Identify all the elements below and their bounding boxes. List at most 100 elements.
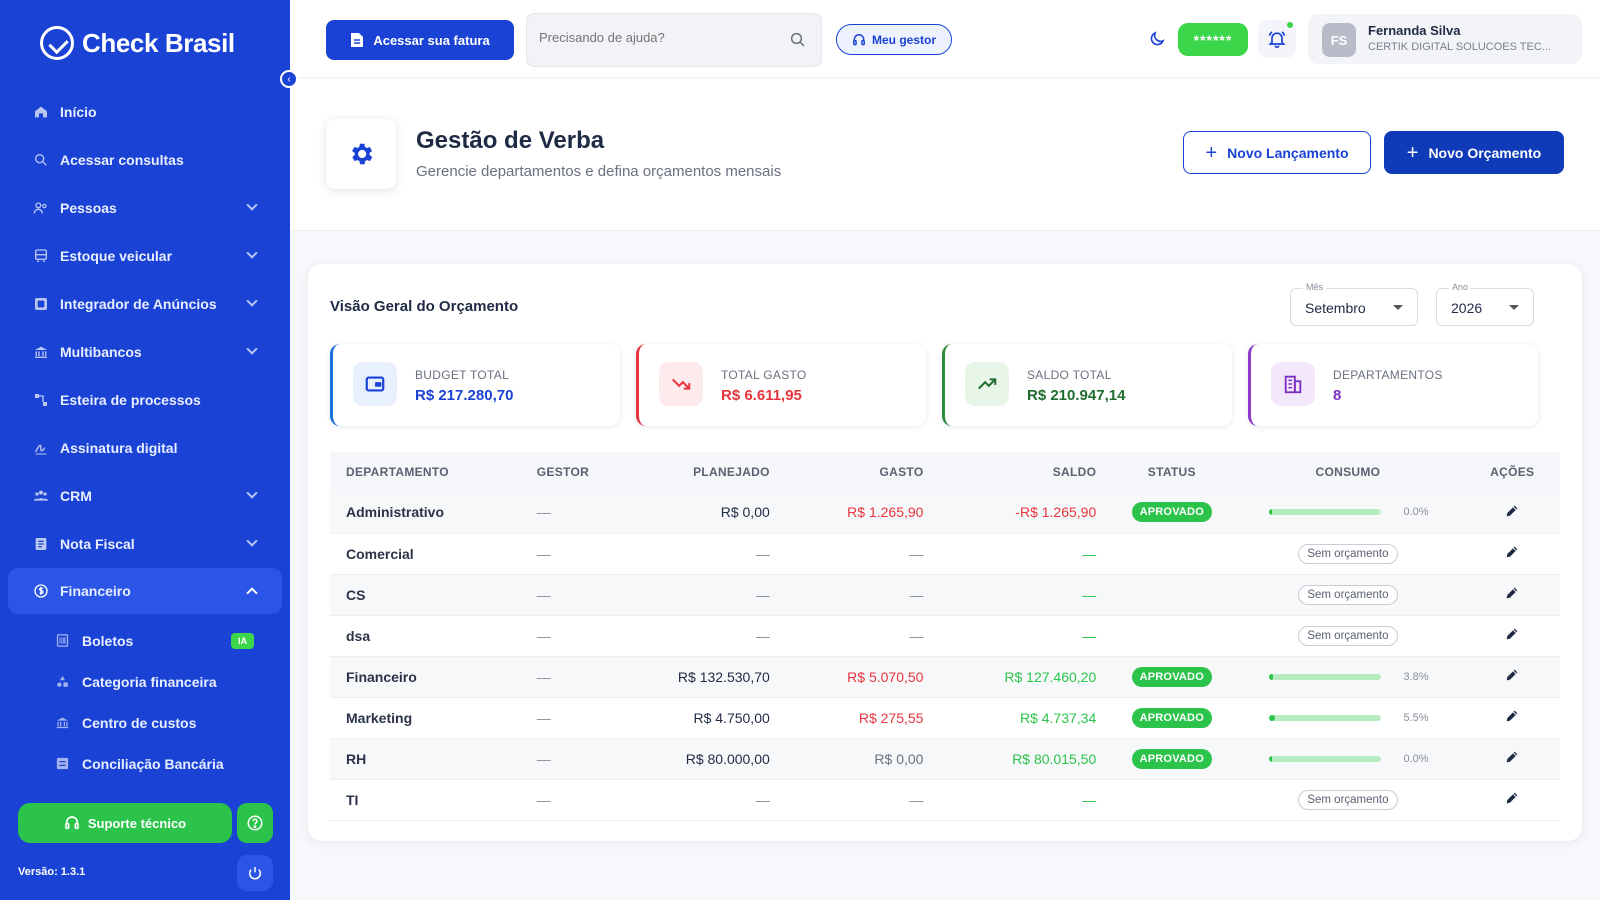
consumption-cell: Sem orçamento [1231,574,1465,616]
consumption-cell: 5.5% [1231,697,1465,739]
planned-cell: R$ 0,00 [637,492,786,534]
manager-cell: — [520,697,638,739]
edit-pencil-icon[interactable] [1504,544,1520,560]
planned-cell: R$ 4.750,00 [637,697,786,739]
sidebar-item-label: Esteira de processos [60,392,201,408]
sidebar-item-financeiro[interactable]: Financeiro [8,568,282,614]
sidebar-item-esteira-de-processos[interactable]: Esteira de processos [0,376,290,424]
new-entry-button[interactable]: + Novo Lançamento [1183,131,1371,174]
new-budget-button[interactable]: + Novo Orçamento [1384,131,1564,174]
sidebar-item-integrador-de-anuncios[interactable]: Integrador de Anúncios [0,280,290,328]
collapse-sidebar-button[interactable]: ‹ [280,70,298,88]
sidebar-item-acessar-consultas[interactable]: Acessar consultas [0,136,290,184]
table-row[interactable]: Administrativo — R$ 0,00 R$ 1.265,90 -R$ 1.2… [330,492,1560,534]
stat-label: BUDGET TOTAL [415,368,510,382]
help-search-input[interactable] [539,30,779,45]
edit-pencil-icon[interactable] [1504,585,1520,601]
column-header-gasto: GASTO [785,452,940,492]
stat-value: R$ 210.947,14 [1027,387,1126,404]
status-badge: APROVADO [1131,707,1212,728]
spent-cell: R$ 0,00 [785,738,940,780]
spent-cell: R$ 1.265,90 [785,492,940,534]
access-invoice-button[interactable]: Acessar sua fatura [326,20,514,60]
stat-value: R$ 6.611,95 [721,387,802,404]
edit-pencil-icon[interactable] [1504,503,1520,519]
consumption-percent: 5.5% [1403,711,1429,724]
planned-cell: — [637,779,786,821]
document-icon [351,33,364,47]
chevron-down-icon [246,199,258,211]
sidebar-subitem-centro-de-custos[interactable]: Centro de custos [0,702,290,743]
notifications-button[interactable] [1258,20,1296,58]
logout-button[interactable] [237,855,273,891]
table-row[interactable]: Marketing — R$ 4.750,00 R$ 275,55 R$ 4.737,3… [330,697,1560,739]
sidebar-item-pessoas[interactable]: Pessoas [0,184,290,232]
table-row[interactable]: TI — — — — Sem orçamento [330,779,1560,821]
sidebar-item-label: Acessar consultas [60,152,184,168]
actions-cell [1464,574,1560,616]
year-select-value: 2026 [1451,300,1483,316]
consumption-cell: 3.8% [1231,656,1465,698]
topbar: Acessar sua fatura Meu gestor ****** FS … [290,0,1600,78]
chevron-down-icon [246,343,258,355]
table-row[interactable]: Financeiro — R$ 132.530,70 R$ 5.070,50 R$ 12… [330,656,1560,698]
table-row[interactable]: RH — R$ 80.000,00 R$ 0,00 R$ 80.015,50 APROVA… [330,738,1560,780]
month-select-label: Mês [1303,282,1327,292]
sidebar-subitem-categoria-financeira[interactable]: Categoria financeira [0,661,290,702]
user-menu[interactable]: FS Fernanda Silva CERTIK DIGITAL SOLUCOE… [1308,14,1582,64]
table-row[interactable]: CS — — — — Sem orçamento [330,574,1560,616]
table-row[interactable]: dsa — — — — Sem orçamento [330,615,1560,657]
masked-value-toggle[interactable]: ****** [1178,23,1248,56]
edit-pencil-icon[interactable] [1504,626,1520,642]
help-search [526,13,822,67]
sidebar-item-estoque-veicular[interactable]: Estoque veicular [0,232,290,280]
edit-pencil-icon[interactable] [1504,749,1520,765]
edit-pencil-icon[interactable] [1504,667,1520,683]
sidebar-item-multibancos[interactable]: Multibancos [0,328,290,376]
table-row[interactable]: Comercial — — — — Sem orçamento [330,533,1560,575]
chevron-down-icon [246,295,258,307]
my-manager-label: Meu gestor [871,32,936,47]
support-button[interactable]: Suporte técnico [18,803,232,843]
sidebar-subitem-boletos[interactable]: Boletos IA [0,620,290,661]
spent-cell: R$ 5.070,50 [785,656,940,698]
dark-mode-toggle-icon[interactable] [1148,30,1166,48]
sidebar-item-label: Multibancos [60,344,142,360]
column-header-saldo: SALDO [939,452,1113,492]
sidebar-item-label: Início [60,104,97,120]
year-select[interactable]: Ano 2026 [1436,282,1534,326]
edit-pencil-icon[interactable] [1504,790,1520,806]
brand[interactable]: Check Brasil [40,26,235,60]
my-manager-button[interactable]: Meu gestor [836,24,952,55]
stat-label: SALDO TOTAL [1027,368,1112,382]
status-badge: APROVADO [1131,666,1212,687]
search-icon[interactable] [789,31,807,49]
new-entry-label: Novo Lançamento [1227,144,1349,161]
help-button[interactable] [237,803,273,843]
edit-pencil-icon[interactable] [1504,708,1520,724]
barcode-icon [54,633,70,649]
consumption-bar [1268,673,1381,680]
sidebar-subitem-conciliacao-bancaria[interactable]: Conciliação Bancária [0,743,290,784]
chevron-up-icon [246,587,258,599]
ads-icon [32,295,50,313]
balance-cell: — [939,574,1113,616]
category-icon [54,674,70,690]
sidebar-item-inicio[interactable]: Início [0,88,290,136]
headset-icon [853,33,865,45]
sidebar-item-nota-fiscal[interactable]: Nota Fiscal [0,520,290,568]
planned-cell: — [637,533,786,575]
caret-down-icon [1393,305,1403,310]
page-icon-box [326,119,396,189]
sidebar-item-crm[interactable]: CRM [0,472,290,520]
notification-dot [1287,22,1293,28]
app-version: Versão: 1.3.1 [18,866,86,878]
headset-icon [65,816,79,830]
column-header-consumo: CONSUMO [1231,452,1465,492]
month-select[interactable]: Mês Setembro [1290,282,1418,326]
actions-cell [1464,492,1560,534]
manager-cell: — [520,533,638,575]
stat-card-saldo-total: SALDO TOTAL R$ 210.947,14 [942,344,1232,426]
sidebar-item-assinatura-digital[interactable]: Assinatura digital [0,424,290,472]
no-budget-badge: Sem orçamento [1298,584,1398,605]
